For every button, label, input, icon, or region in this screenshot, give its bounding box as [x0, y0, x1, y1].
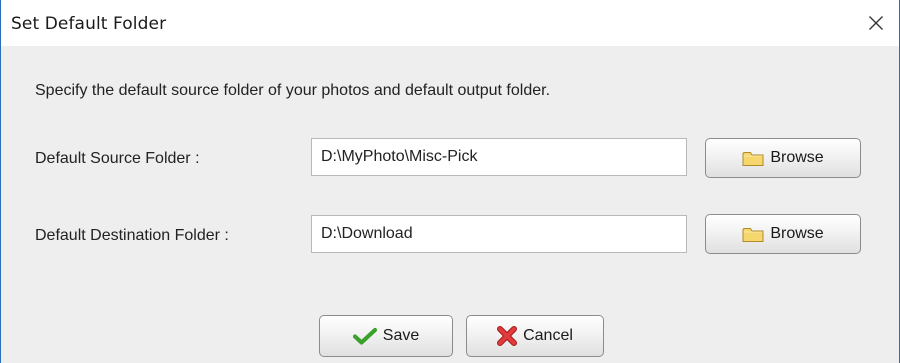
source-folder-label: Default Source Folder : [35, 150, 200, 167]
browse-destination-label: Browse [770, 225, 824, 242]
browse-destination-button[interactable]: Browse [705, 214, 861, 254]
dialog-body: Specify the default source folder of you… [1, 46, 899, 363]
dialog-window: Set Default Folder Specify the default s… [0, 0, 900, 363]
cancel-button[interactable]: Cancel [466, 315, 604, 357]
window-title: Set Default Folder [11, 14, 167, 34]
browse-source-button[interactable]: Browse [705, 138, 861, 178]
cancel-label: Cancel [523, 327, 573, 344]
close-button[interactable] [853, 0, 899, 46]
checkmark-icon [352, 327, 377, 345]
destination-folder-label: Default Destination Folder : [35, 227, 229, 244]
folder-icon [742, 150, 764, 167]
save-label: Save [382, 327, 420, 344]
save-button[interactable]: Save [319, 315, 453, 357]
folder-icon [742, 226, 764, 243]
destination-folder-field[interactable]: D:\Download [311, 215, 687, 253]
x-icon [497, 326, 518, 346]
source-folder-field[interactable]: D:\MyPhoto\Misc-Pick [311, 138, 687, 176]
close-icon [869, 16, 883, 30]
dialog-description: Specify the default source folder of you… [35, 82, 551, 99]
browse-source-label: Browse [770, 149, 824, 166]
title-bar[interactable]: Set Default Folder [1, 0, 899, 46]
